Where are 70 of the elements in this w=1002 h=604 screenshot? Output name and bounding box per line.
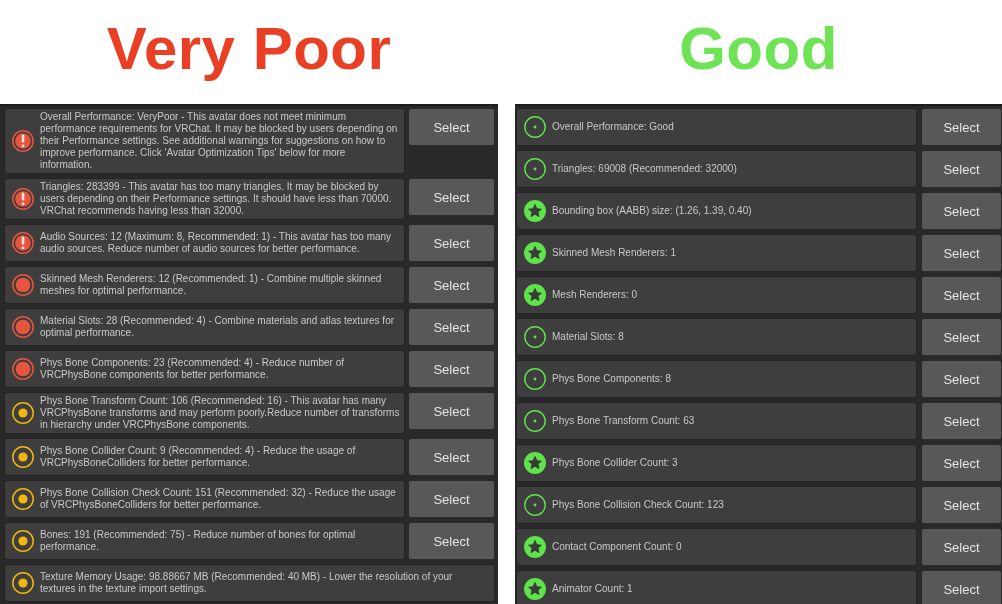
message-text: Material Slots: 28 (Recommended: 4) - Combine materials and atlas textures for optimal performance. — [40, 315, 396, 339]
message-text: Triangles: 283399 - This avatar has too many triangles. It may be blocked by users depending on their Performance settings. It should have less than 70000. VRChat recommends having less than 32000. — [40, 181, 393, 217]
ring-dot-icon — [523, 116, 546, 138]
alert-icon — [11, 232, 34, 254]
select-button[interactable]: Select — [408, 178, 495, 216]
select-button[interactable]: Select — [408, 480, 495, 518]
ring-dot-icon — [11, 530, 34, 552]
select-button[interactable]: Select — [921, 234, 1002, 272]
message-text: Texture Memory Usage: 98.88667 MB (Recommended: 40 MB) - Lower the resolution of your textures in the texture import settings. — [40, 571, 454, 595]
message-text: Audio Sources: 12 (Maximum: 8, Recommended: 1) - This avatar has too many audio sources. Reduce number of audio sources for better performance. — [40, 231, 393, 255]
message-text: Bones: 191 (Recommended: 75) - Reduce number of bones for optimal performance. — [40, 529, 357, 553]
select-button[interactable]: Select — [408, 108, 495, 146]
ring-dot-icon — [11, 446, 34, 468]
star-badge-icon — [523, 200, 546, 222]
select-button[interactable]: Select — [408, 438, 495, 476]
select-button[interactable]: Select — [921, 192, 1002, 230]
ring-dot-icon — [11, 358, 34, 380]
select-button[interactable]: Select — [921, 108, 1002, 146]
message-text: Contact Component Count: 0 — [552, 541, 682, 553]
select-button[interactable]: Select — [921, 402, 1002, 440]
message-text: Phys Bone Collider Count: 9 (Recommended: 4) - Reduce the usage of VRCPhysBoneColliders for better performance. — [40, 445, 357, 469]
ring-dot-icon — [523, 410, 546, 432]
message-text: Phys Bone Collider Count: 3 — [552, 457, 678, 469]
star-badge-icon — [523, 284, 546, 306]
select-button[interactable]: Select — [921, 570, 1002, 604]
select-button[interactable]: Select — [921, 318, 1002, 356]
star-badge-icon — [523, 578, 546, 600]
select-button[interactable]: Select — [408, 392, 495, 430]
message-text: Skinned Mesh Renderers: 1 — [552, 247, 676, 259]
select-button[interactable]: Select — [408, 224, 495, 262]
message-text: Phys Bone Collision Check Count: 123 — [552, 499, 724, 511]
ring-dot-icon — [523, 494, 546, 516]
ring-dot-icon — [11, 488, 34, 510]
message-text: Phys Bone Transform Count: 106 (Recommended: 16) - This avatar has many VRCPhysBone transforms and may perform poorly.Reduce number of transforms in hierarchy under VRCPhysBone components. — [40, 395, 400, 431]
ring-dot-icon — [11, 274, 34, 296]
message-text: Overall Performance: Good — [552, 121, 674, 133]
ring-dot-icon — [523, 368, 546, 390]
ring-dot-icon — [523, 326, 546, 348]
select-button[interactable]: Select — [921, 150, 1002, 188]
message-text: Animator Count: 1 — [552, 583, 633, 595]
select-button[interactable]: Select — [408, 522, 495, 560]
message-text: Phys Bone Transform Count: 63 — [552, 415, 695, 427]
message-text: Bounding box (AABB) size: (1.26, 1.39, 0.40) — [552, 205, 752, 217]
ring-dot-icon — [11, 572, 34, 594]
message-text: Triangles: 69008 (Recommended: 32000) — [552, 163, 737, 175]
select-button[interactable]: Select — [408, 266, 495, 304]
select-button[interactable]: Select — [921, 444, 1002, 482]
message-text: Mesh Renderers: 0 — [552, 289, 638, 301]
message-text: Phys Bone Collision Check Count: 151 (Recommended: 32) - Reduce the usage of VRCPhysBoneColliders for better performance. — [40, 487, 397, 511]
message-text: Phys Bone Components: 8 — [552, 373, 671, 385]
ring-dot-icon — [523, 158, 546, 180]
select-button[interactable]: Select — [921, 528, 1002, 566]
message-text: Material Slots: 8 — [552, 331, 624, 343]
rating-title: Very Poor — [106, 14, 392, 84]
star-badge-icon — [523, 242, 546, 264]
select-button[interactable]: Select — [921, 276, 1002, 314]
select-button[interactable]: Select — [921, 486, 1002, 524]
alert-icon — [11, 188, 34, 210]
message-text: Overall Performance: VeryPoor - This avatar does not meet minimum performance requirements for VRChat. It may be blocked by users depending on their Performance settings. See additional warnings for suggestions on how to improve performance. Click 'Avatar Optimization Tips' below for more information. — [40, 111, 399, 171]
rating-title: Good — [679, 14, 838, 84]
select-button[interactable]: Select — [408, 308, 495, 346]
ring-dot-icon — [11, 402, 34, 424]
ring-dot-icon — [11, 316, 34, 338]
star-badge-icon — [523, 452, 546, 474]
star-badge-icon — [523, 536, 546, 558]
select-button[interactable]: Select — [921, 360, 1002, 398]
alert-icon — [11, 130, 34, 152]
message-text: Skinned Mesh Renderers: 12 (Recommended: 1) - Combine multiple skinned meshes for optimal performance. — [40, 273, 383, 297]
message-text: Phys Bone Components: 23 (Recommended: 4) - Reduce number of VRCPhysBone components for better performance. — [40, 357, 346, 381]
select-button[interactable]: Select — [408, 350, 495, 388]
